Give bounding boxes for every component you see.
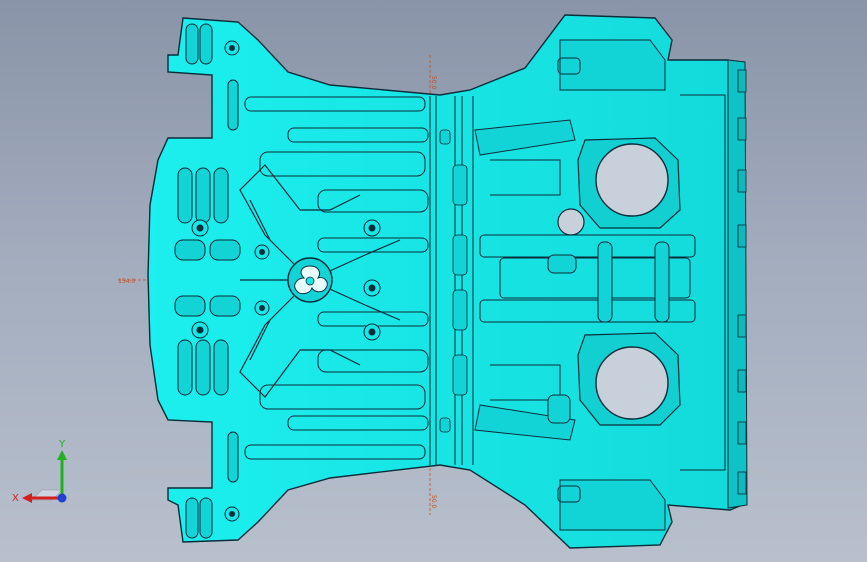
dimension-top: 50.0 [429,55,437,95]
x-axis-label: X [12,493,19,504]
dimension-bottom-label: 50.0 [430,495,437,509]
center-hub [287,257,333,303]
y-axis-label: Y [58,439,66,450]
z-axis-icon [57,493,67,503]
dimension-bottom: 50.0 [429,468,437,515]
dimension-top-label: 50.0 [430,76,437,90]
dimension-left-label: 154.0 [118,278,135,285]
dimension-left: 154.0 [118,278,148,285]
part-model[interactable]: 50.0 154.0 50.0 [0,0,867,562]
coordinate-triad: X Y [12,439,67,504]
cad-viewport[interactable]: 50.0 154.0 50.0 X Y [0,0,867,562]
